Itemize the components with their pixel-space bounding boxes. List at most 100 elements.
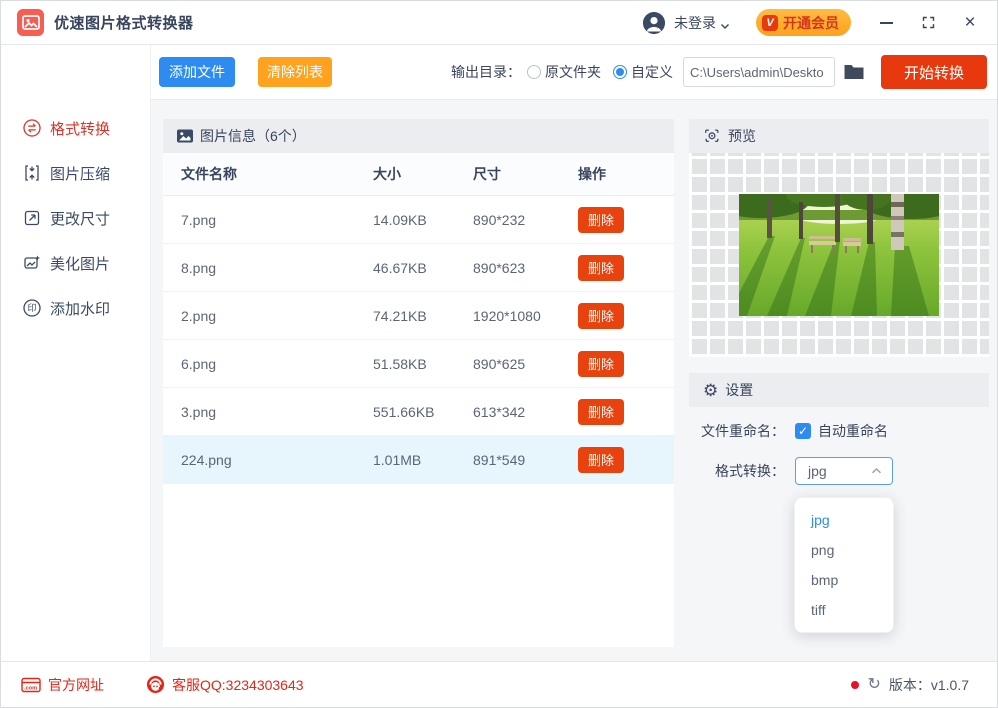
format-select[interactable]: jpg [795,457,893,485]
customer-service-link[interactable]: 客服QQ:3234303643 [146,675,304,695]
radio-original-icon[interactable] [527,65,541,79]
sidebar-item-compress[interactable]: 图片压缩 [1,156,150,190]
format-dropdown: jpg png bmp tiff [794,497,894,633]
body: 格式转换 图片压缩 更改尺寸 美化图片 印 添加水印 添加文件 清除列表 输出目… [1,45,997,661]
col-header-size: 大小 [373,166,401,182]
table-header-row: 文件名称 大小 尺寸 操作 [163,153,674,196]
format-convert-icon [23,119,41,137]
table-row[interactable]: 8.png 46.67KB 890*623 删除 [163,244,674,292]
col-header-dimensions: 尺寸 [473,166,501,182]
svg-text:.com: .com [24,685,37,691]
format-setting-row: 格式转换： jpg [689,457,989,485]
rename-label: 文件重命名： [701,423,785,439]
settings-header: ⚙ 设置 [689,373,989,407]
maximize-icon [922,16,934,29]
file-name: 7.png [181,211,217,228]
sidebar-item-beautify[interactable]: 美化图片 [1,246,150,280]
sidebar-item-format-convert[interactable]: 格式转换 [1,111,150,145]
transparency-checkerboard [689,153,989,357]
sidebar-item-label: 添加水印 [50,300,111,318]
file-dimensions: 1920*1080 [473,307,541,324]
watermark-icon: 印 [23,299,41,317]
login-status[interactable]: 未登录 [674,13,716,33]
file-table-panel: 图片信息（6个） 文件名称 大小 尺寸 操作 7.png 14.09KB 890… [163,119,674,647]
vip-icon: V [762,14,778,31]
vip-button[interactable]: V 开通会员 [756,9,851,36]
delete-button[interactable]: 删除 [578,254,624,281]
chevron-down-icon[interactable] [720,18,730,29]
preview-eye-icon [705,129,719,143]
table-row[interactable]: 3.png 551.66KB 613*342 删除 [163,388,674,436]
sidebar-item-watermark[interactable]: 印 添加水印 [1,291,150,325]
resize-icon [24,210,40,226]
dropdown-option-jpg[interactable]: jpg [795,505,893,535]
official-website-label: 官方网址 [48,676,104,693]
close-button[interactable]: × [961,11,979,33]
file-name: 224.png [181,451,232,468]
dropdown-option-png[interactable]: png [795,535,893,565]
compress-icon [25,165,39,181]
output-path-input[interactable] [683,57,835,87]
file-size: 14.09KB [373,211,427,228]
table-row[interactable]: 6.png 51.58KB 890*625 删除 [163,340,674,388]
format-select-value: jpg [808,463,827,479]
col-header-action: 操作 [578,166,606,182]
folder-icon [844,65,864,79]
add-files-button[interactable]: 添加文件 [159,57,235,87]
browse-folder-button[interactable] [843,63,865,81]
delete-button[interactable]: 删除 [578,446,624,473]
delete-button[interactable]: 删除 [578,302,624,329]
sidebar-item-label: 更改尺寸 [50,210,111,228]
close-icon: × [964,11,976,33]
clear-list-button[interactable]: 清除列表 [258,57,332,87]
sidebar-item-resize[interactable]: 更改尺寸 [1,201,150,235]
titlebar-right: 未登录 V 开通会员 × [643,9,979,36]
sidebar-item-label: 格式转换 [50,120,111,138]
auto-rename-checkbox[interactable]: ✓ [795,423,811,439]
toolbar: 添加文件 清除列表 输出目录： 原文件夹 自定义 开始转换 [151,45,997,100]
minimize-button[interactable] [877,14,895,32]
radio-original-folder[interactable]: 原文件夹 [527,62,601,82]
radio-custom-folder[interactable]: 自定义 [613,62,673,82]
file-dimensions: 890*232 [473,211,526,228]
titlebar: 优速图片格式转换器 未登录 V 开通会员 × [1,1,997,45]
sidebar: 格式转换 图片压缩 更改尺寸 美化图片 印 添加水印 [1,45,151,661]
maximize-button[interactable] [919,14,937,32]
rename-setting-row: 文件重命名： ✓ 自动重命名 [689,421,989,441]
app-title: 优速图片格式转换器 [54,15,194,32]
delete-button[interactable]: 删除 [578,350,624,377]
table-row-selected[interactable]: 224.png 1.01MB 891*549 删除 [163,436,674,484]
dropdown-option-bmp[interactable]: bmp [795,565,893,595]
col-header-filename: 文件名称 [181,166,237,182]
image-info-icon [177,129,193,143]
file-name: 2.png [181,307,217,324]
right-panel: 预览 ⚙ 设置 文件重命名： ✓ 自动重命名 格式转换： jpg jpg png… [689,119,989,647]
minimize-icon [879,21,893,24]
preview-image[interactable] [739,194,939,316]
file-name: 8.png [181,259,217,276]
dropdown-option-tiff[interactable]: tiff [795,595,893,625]
refresh-icon[interactable]: ↻ [867,676,880,693]
app-logo-icon [17,9,44,36]
file-dimensions: 613*342 [473,403,526,420]
table-row[interactable]: 7.png 14.09KB 890*232 删除 [163,196,674,244]
version-label: 版本：v1.0.7 [888,676,969,693]
delete-button[interactable]: 删除 [578,398,624,425]
file-size: 46.67KB [373,259,427,276]
delete-button[interactable]: 删除 [578,206,624,233]
radio-custom-icon[interactable] [613,65,627,79]
footer-right: ↻ 版本：v1.0.7 [851,675,969,695]
table-panel-header: 图片信息（6个） [163,119,674,153]
file-size: 74.21KB [373,307,427,324]
content: 图片信息（6个） 文件名称 大小 尺寸 操作 7.png 14.09KB 890… [151,100,997,661]
table-panel-title: 图片信息（6个） [200,128,306,144]
file-name: 3.png [181,403,217,420]
table-row[interactable]: 2.png 74.21KB 1920*1080 删除 [163,292,674,340]
app-window: 优速图片格式转换器 未登录 V 开通会员 × 格式转换 图片压缩 更改尺寸 美化… [0,0,998,708]
sidebar-item-label: 美化图片 [50,255,111,273]
user-avatar-icon[interactable] [643,11,665,34]
start-convert-button[interactable]: 开始转换 [881,55,987,89]
file-size: 551.66KB [373,403,435,420]
official-website-link[interactable]: .com 官方网址 [21,675,104,695]
file-dimensions: 891*549 [473,451,526,468]
